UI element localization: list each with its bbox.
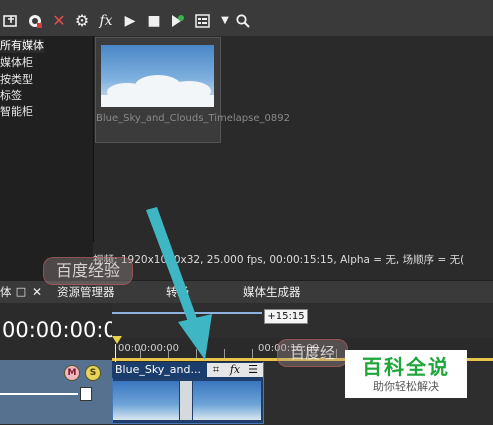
clip-title: Blue_Sky_and... xyxy=(115,363,201,376)
solo-button[interactable]: S xyxy=(85,365,101,381)
crop-icon[interactable]: ⌗ xyxy=(209,363,223,377)
loop-region-bar[interactable] xyxy=(112,312,262,314)
clip-fx-icon[interactable]: fx xyxy=(228,363,242,377)
track-level-slider[interactable] xyxy=(0,393,78,395)
search-icon[interactable] xyxy=(234,12,252,30)
tree-item-smart-bins[interactable]: 智能柜 xyxy=(0,105,33,119)
tree-item-by-type[interactable]: 按类型 xyxy=(0,73,33,87)
mute-button[interactable]: M xyxy=(64,365,80,381)
loop-length-tag: +15:15 xyxy=(264,309,308,324)
track-level-handle[interactable] xyxy=(80,387,92,401)
watermark-tag: 百度经 xyxy=(277,339,349,367)
ruler-label-start: 00:00:00:00 xyxy=(118,343,180,354)
watermark-tag: 百度经验 xyxy=(43,257,134,285)
capture-icon[interactable] xyxy=(26,12,44,30)
clip-frame-thumbnail xyxy=(193,381,261,420)
tree-item-tags[interactable]: 标签 xyxy=(0,89,22,103)
remove-icon[interactable]: ✕ xyxy=(50,12,68,30)
tab-media-generators[interactable]: 媒体生成器 xyxy=(243,281,301,303)
auto-preview-icon[interactable] xyxy=(168,12,186,30)
restore-icon[interactable]: □ xyxy=(15,286,27,298)
ruler-tick xyxy=(140,349,141,358)
timeline-timecode: 00:00:00:00 xyxy=(2,318,131,342)
ruler-tick xyxy=(196,349,197,358)
ruler-tick xyxy=(252,349,253,358)
dropdown-icon[interactable]: ▼ xyxy=(216,12,234,30)
import-media-icon[interactable] xyxy=(2,12,20,30)
clip-frame-thumbnail xyxy=(113,381,179,420)
stop-icon[interactable]: ■ xyxy=(145,12,163,30)
ruler-tick xyxy=(224,349,225,358)
logo-main-text: 百科全说 xyxy=(362,355,450,379)
play-icon[interactable]: ▶ xyxy=(121,12,139,30)
media-thumbnail-image[interactable] xyxy=(101,45,214,107)
effects-fx-icon[interactable]: fx xyxy=(97,12,115,30)
close-icon[interactable]: ✕ xyxy=(31,286,43,298)
media-properties-status: 视频: 1920x1080x32, 25.000 fps, 00:00:15:1… xyxy=(93,254,465,266)
tree-item-media-bins[interactable]: 媒体柜 xyxy=(0,56,33,70)
tree-item-all-media[interactable]: 所有媒体 xyxy=(0,39,44,53)
clip-menu-icon[interactable]: ☰ xyxy=(246,363,260,377)
media-tree-panel: 所有媒体 媒体柜 按类型 标签 智能柜 xyxy=(0,36,93,280)
media-thumbnail-label: Blue_Sky_and_Clouds_Timelapse_0892 xyxy=(96,113,290,124)
tab-transitions[interactable]: 转场 xyxy=(166,281,189,303)
playhead-marker[interactable] xyxy=(112,336,122,344)
clip-frame-thumbnail xyxy=(180,381,192,420)
ruler-tick xyxy=(168,349,169,358)
logo-sub-text: 助你轻松解决 xyxy=(373,380,439,393)
properties-gear-icon[interactable]: ⚙ xyxy=(73,12,91,30)
views-icon[interactable] xyxy=(194,12,212,30)
tab-project-media-partial[interactable]: 体 xyxy=(0,281,12,303)
